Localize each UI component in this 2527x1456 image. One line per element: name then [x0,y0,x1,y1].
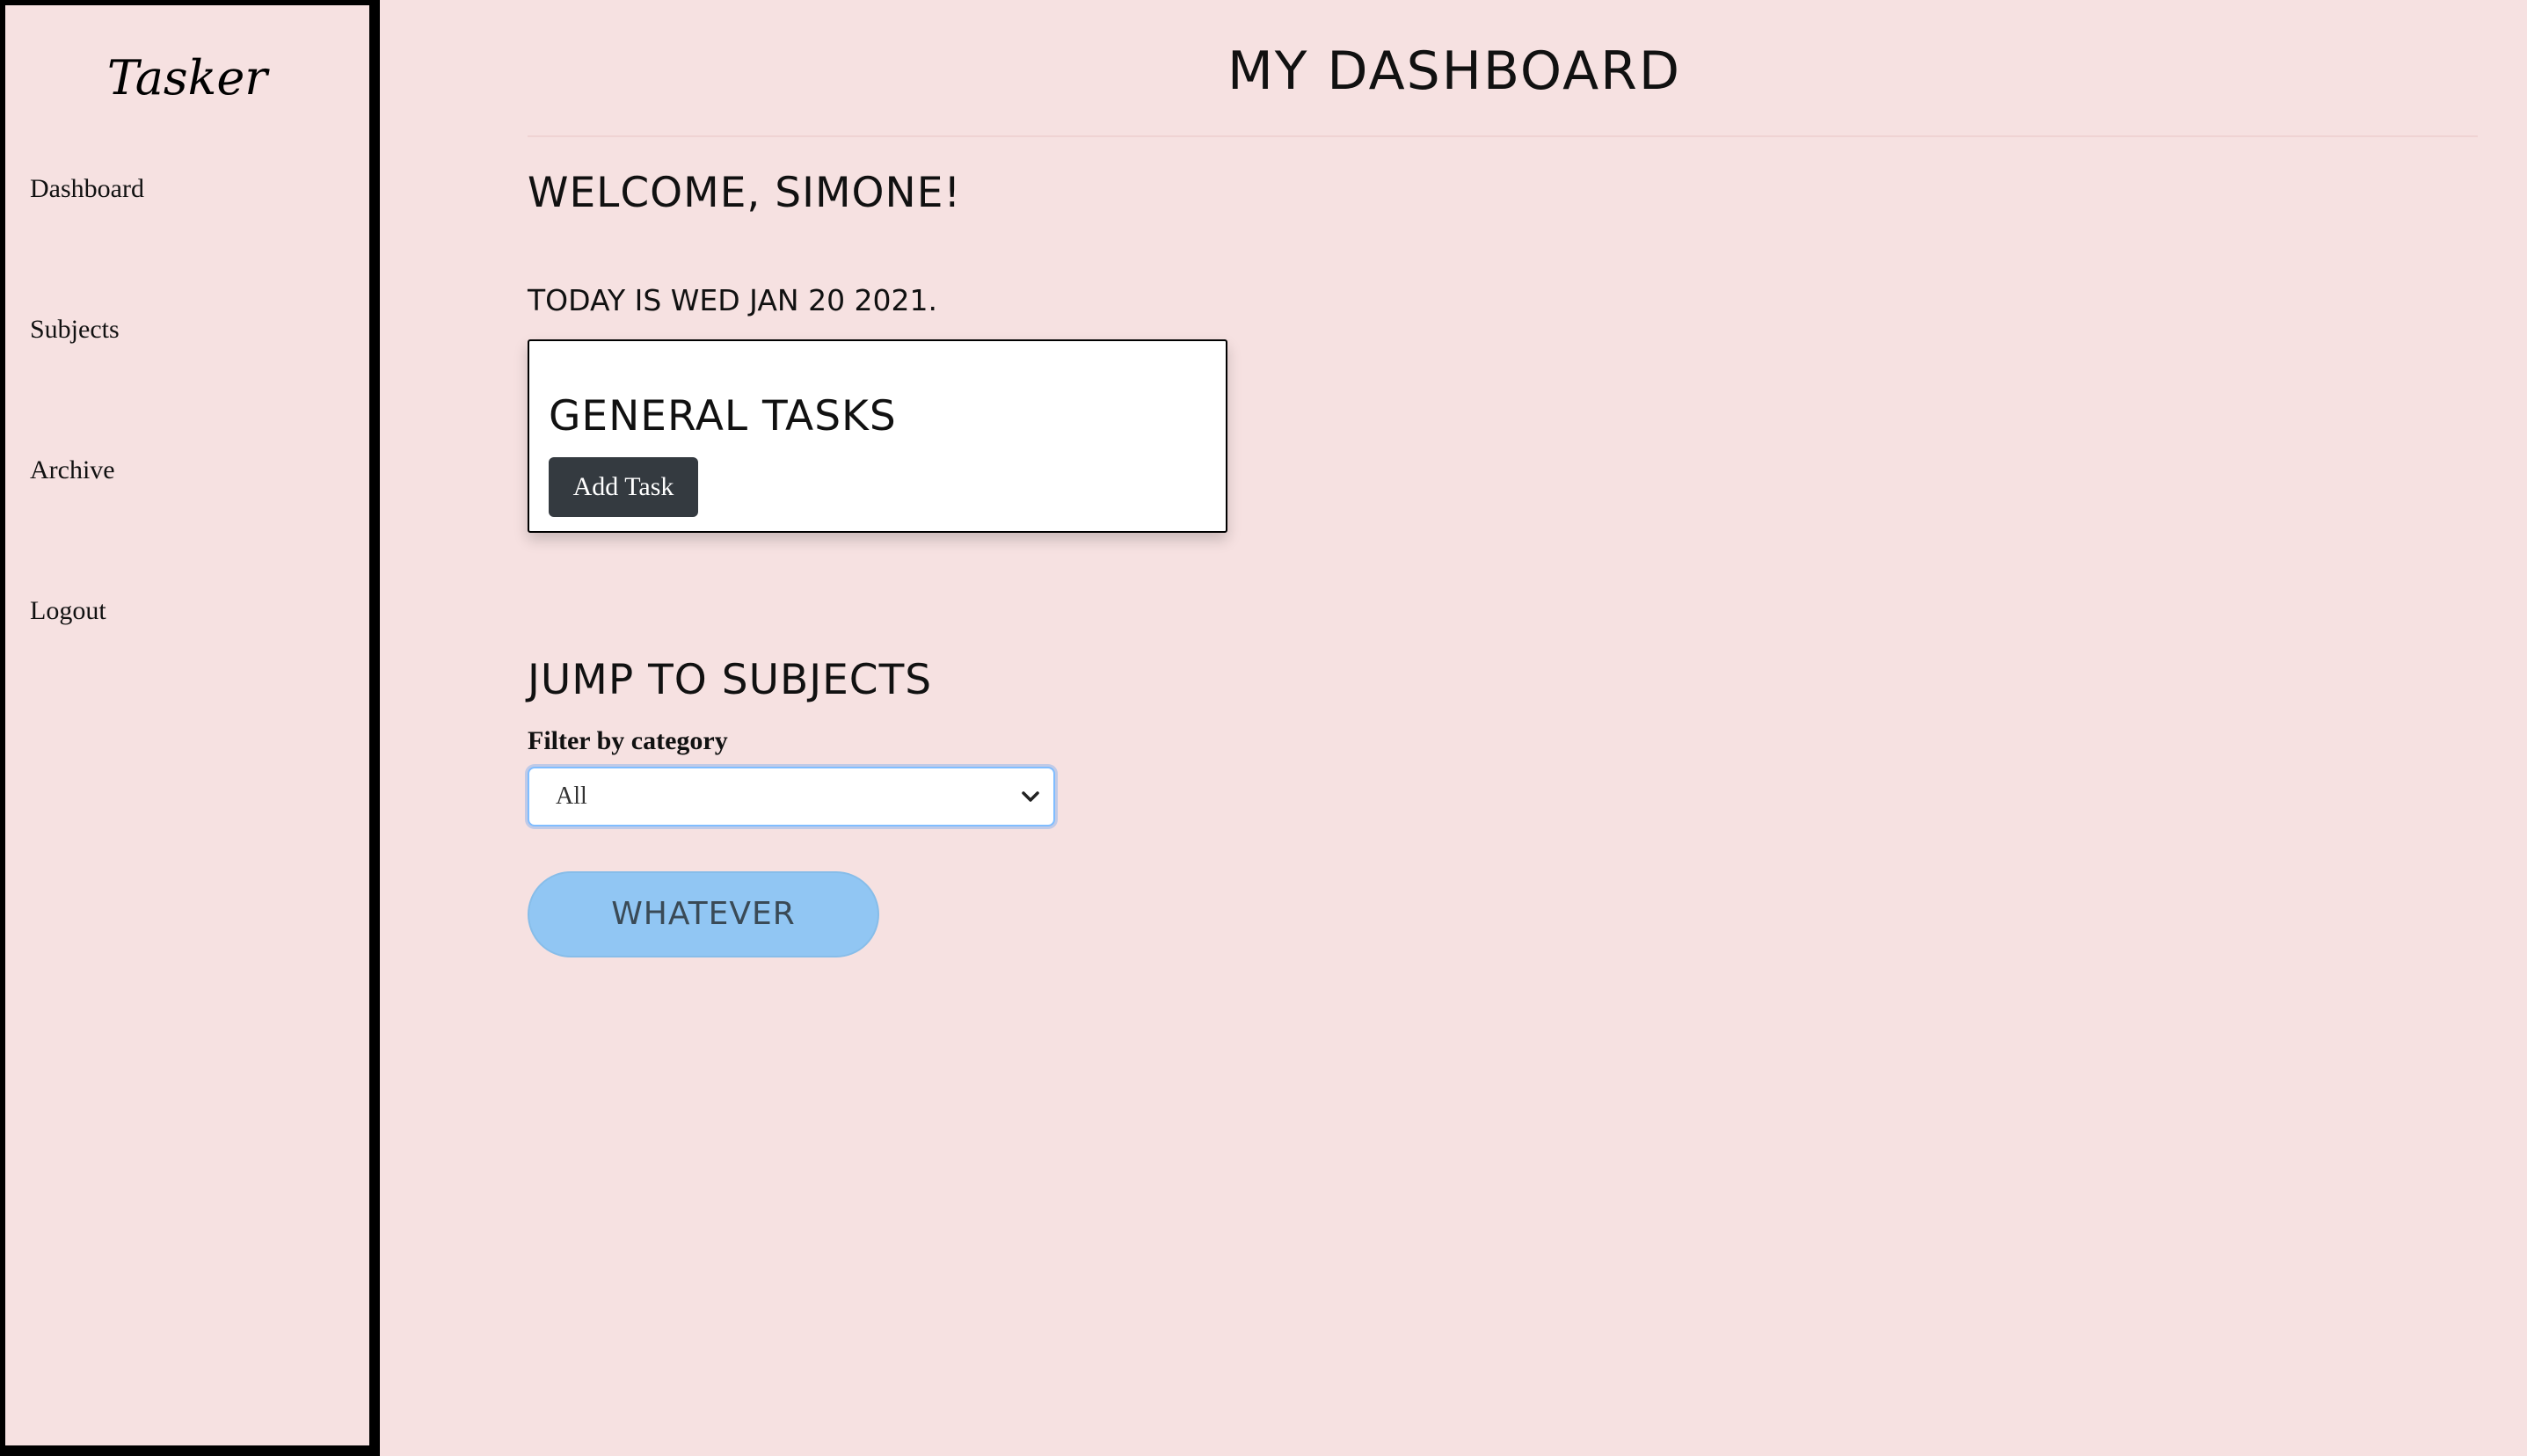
sidebar-item-logout[interactable]: Logout [30,593,106,629]
sidebar: Tasker Dashboard Subjects Archive Logout [0,0,380,1456]
filter-category-label: Filter by category [528,726,728,755]
sidebar-item-dashboard[interactable]: Dashboard [30,171,144,207]
page-title: MY DASHBOARD [1227,40,1682,102]
today-date: TODAY IS WED JAN 20 2021. [528,283,938,317]
sidebar-item-subjects[interactable]: Subjects [30,312,120,347]
category-select[interactable]: All [528,767,1055,826]
sidebar-item-archive[interactable]: Archive [30,453,115,488]
welcome-heading: WELCOME, SIMONE! [528,169,962,217]
general-tasks-card: GENERAL TASKS Add Task [528,339,1227,533]
general-tasks-title: GENERAL TASKS [549,392,897,440]
jump-to-subjects-heading: JUMP TO SUBJECTS [528,656,933,704]
brand-logo[interactable]: Tasker [5,47,369,109]
title-divider [528,135,2478,137]
category-select-value: All [556,783,587,810]
whatever-button[interactable]: WHATEVER [528,871,879,957]
chevron-down-icon [1015,781,1046,812]
add-task-button[interactable]: Add Task [549,457,698,517]
